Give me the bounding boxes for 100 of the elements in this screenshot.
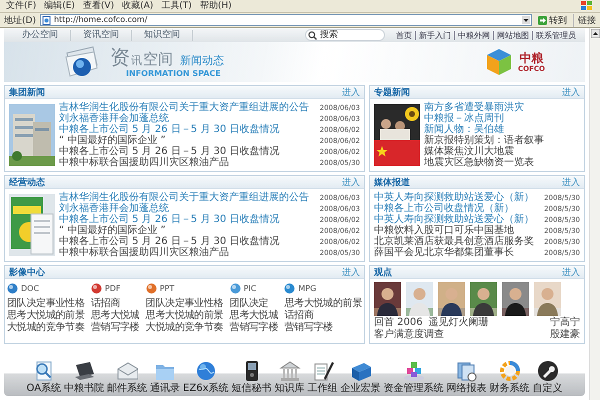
nav-tab[interactable]: 资讯空间 (71, 30, 132, 40)
news-link[interactable]: 媒体聚焦汶川大地震 (424, 146, 514, 157)
go-button[interactable]: 转到 (536, 14, 569, 26)
dock-item[interactable]: 工作组 (308, 360, 338, 394)
scrollbar[interactable] (589, 28, 600, 400)
news-link[interactable]: 薛国平会见北京华都集团董事长 (374, 247, 514, 258)
media-link[interactable]: 营销写字楼 (230, 322, 278, 333)
menu-item[interactable]: 编辑(E) (44, 0, 75, 12)
news-link[interactable]: 吉林华润生化股份有限公司关于重大资产重组进展的公告 (59, 192, 309, 203)
ring-icon (498, 360, 520, 382)
news-link[interactable]: 中粮各上市公司 5 月 26 日－5 月 30 日收盘情况 (59, 124, 280, 135)
caption-link[interactable]: 客户满意度调查 (374, 329, 444, 340)
news-link[interactable]: 刘永福香港拜会加蓬总统 (59, 203, 169, 214)
caption-link[interactable]: 回首 2006 (374, 317, 423, 328)
file-type-label: PDF (104, 284, 120, 293)
menu-item[interactable]: 帮助(H) (200, 0, 232, 12)
envelope-icon (116, 360, 138, 382)
media-link[interactable]: 话招商 (284, 310, 362, 321)
dock-item[interactable]: 企业宏景 (340, 360, 380, 394)
news-link[interactable]: 中粮饮料入股可口可乐中国基地 (374, 225, 514, 236)
panel-title: 影像中心 (9, 266, 45, 278)
panel-title: 经营动态 (9, 176, 45, 188)
panel-title: 专题新闻 (374, 86, 410, 98)
media-link[interactable]: 大悦城的竞争节奏 (7, 322, 85, 333)
media-link[interactable]: 团队决定事业性格 (7, 298, 85, 309)
links-button[interactable]: 链接 (573, 14, 596, 26)
media-link[interactable]: 营销写字楼 (284, 322, 362, 333)
media-link[interactable]: 思考大悦城的前景 (7, 310, 85, 321)
media-link[interactable]: 思考大悦城 (90, 310, 140, 321)
dock-item[interactable]: 财务系统 (490, 360, 530, 394)
notepad-icon (312, 360, 334, 382)
news-link[interactable]: 中粮各上市公司 5 月 26 日－5 月 30 日收盘情况 (59, 146, 280, 157)
news-link[interactable]: 中粮各上市公司 5 月 26 日－5 月 30 日收盘情况 (59, 236, 280, 247)
news-link[interactable]: 地震灾区急缺物资一览表 (424, 157, 534, 168)
top-link[interactable]: 首页 (393, 30, 415, 40)
news-link[interactable]: 中粮各上市公司 5 月 26 日－5 月 30 日收盘情况 (59, 214, 280, 225)
dock-item[interactable]: 资金管理系统 (384, 360, 444, 394)
file-type-label: PPT (160, 284, 174, 293)
orb-icon (230, 283, 241, 294)
menu-item[interactable]: 查看(V) (82, 0, 114, 12)
nav-tab[interactable]: 办公空间 (10, 30, 71, 40)
news-link[interactable]: 中粮中标联合国援助四川灾区粮油产品 (59, 247, 229, 258)
news-link[interactable]: 中粮中标联合国援助四川灾区粮油产品 (59, 157, 229, 168)
dock-item[interactable]: 邮件系统 (107, 360, 148, 394)
dock-item[interactable]: 短信秘书 (232, 360, 272, 394)
subtitle: 新闻动态 (180, 53, 224, 68)
orb-icon (90, 283, 102, 294)
media-link[interactable]: 团队决定 (230, 298, 278, 309)
news-link[interactable]: 北京凯莱酒店获最具创意酒店服务奖 (374, 236, 534, 247)
media-link[interactable]: 团队决定事业性格 (146, 298, 224, 309)
panel-title: 媒体报道 (374, 176, 410, 188)
address-label: 地址(D) (4, 14, 36, 26)
top-link[interactable]: 新手入门 (415, 30, 454, 40)
orb-icon (146, 283, 157, 294)
media-link[interactable]: 大悦城的竞争节奏 (146, 322, 224, 333)
dock-item[interactable]: 知识库 (274, 360, 304, 394)
go-arrow-icon (538, 16, 547, 24)
nav-tab[interactable]: 知识空间 (132, 30, 193, 40)
menu-item[interactable]: 收藏(A) (122, 0, 154, 12)
book-icon (350, 360, 372, 382)
top-link[interactable]: 联系管理员 (532, 30, 579, 40)
media-link[interactable]: 营销写字楼 (90, 322, 140, 333)
title-text: 讯 (131, 53, 142, 68)
top-link[interactable]: 中粮外网 (454, 30, 493, 40)
dock-item[interactable]: 网络报表 (446, 360, 486, 394)
caption-link[interactable]: 宁高宁 (550, 317, 580, 328)
dock-item[interactable]: 自定义 (532, 360, 562, 394)
news-link[interactable]: 中粮报－冰点周刊 (424, 113, 504, 124)
news-link[interactable]: 新京报特别策划：语者叙事 (424, 135, 544, 146)
dock-item[interactable]: 通讯录 (150, 360, 180, 394)
caption-link[interactable]: 殷建豪 (550, 329, 580, 340)
dropdown-icon (522, 16, 530, 24)
page-icon (42, 16, 51, 24)
building-icon (278, 360, 300, 382)
media-link[interactable]: 话招商 (90, 298, 140, 309)
menu-item[interactable]: 工具(T) (161, 0, 192, 12)
news-link[interactable]: 南方多省遭受暴雨洪灾 (424, 102, 524, 113)
media-link[interactable]: 思考大悦城的前景 (146, 310, 224, 321)
news-link[interactable]: “ 中国最好的国际企业 ” (59, 225, 166, 236)
address-field[interactable]: http://home.cofco.com/ (40, 14, 532, 26)
dock-item[interactable]: OA系统 (26, 360, 62, 394)
news-link[interactable]: 中粮各上市公司收盘情况（新） (374, 203, 514, 214)
menu-item[interactable]: 文件(F) (6, 0, 36, 12)
news-link[interactable]: 中英人寿向探测救助站送爱心（新） (374, 192, 534, 203)
news-link[interactable]: 新闻人物：吴伯雄 (424, 124, 504, 135)
scroll-up-icon (590, 29, 600, 38)
news-link[interactable]: 吉林华润生化股份有限公司关于重大资产重组进展的公告 (59, 102, 309, 113)
caption-link[interactable]: 遥见灯火阑珊 (428, 317, 489, 328)
dock-item[interactable]: 中粮书院 (64, 360, 104, 394)
title-text: 空间 (143, 50, 173, 69)
media-link[interactable]: 思考大悦城的前景 (284, 298, 362, 309)
news-link[interactable]: “ 中国最好的国际企业 ” (59, 135, 166, 146)
news-link[interactable]: 中英人寿向探测救助站送爱心（新） (374, 214, 534, 225)
news-link[interactable]: 刘永福香港拜会加蓬总统 (59, 113, 169, 124)
english-title: INFORMATION SPACE (126, 69, 222, 78)
top-link[interactable]: 网站地图 (493, 30, 532, 40)
dock-item[interactable]: EZ6x系统 (183, 360, 228, 394)
file-type-label: MPG (298, 284, 316, 293)
laptop-icon (73, 360, 96, 382)
media-link[interactable]: 思考大悦城 (230, 310, 278, 321)
